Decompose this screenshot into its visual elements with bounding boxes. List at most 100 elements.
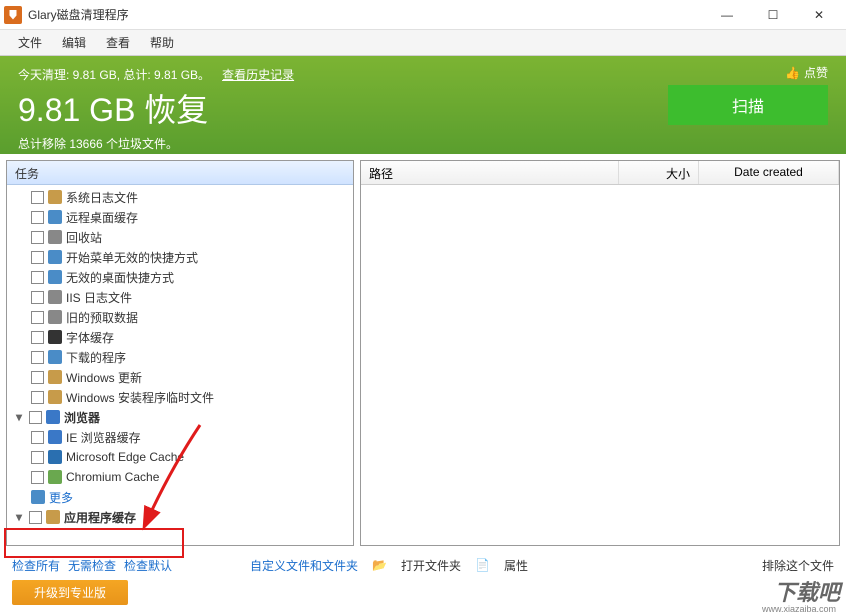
tree-label: 系统日志文件 [66,189,138,206]
tree-label: 远程桌面缓存 [66,209,138,226]
collapse-icon: ▾ [13,510,25,524]
footer: 升级到专业版 [0,578,846,606]
menu-view[interactable]: 查看 [96,31,140,54]
tree-item[interactable]: IIS 日志文件 [7,287,353,307]
col-date[interactable]: Date created [699,161,839,184]
menu-file[interactable]: 文件 [8,31,52,54]
checkbox[interactable] [31,451,44,464]
checkbox[interactable] [31,351,44,364]
like-label: 点赞 [804,64,828,81]
exclude-file-link[interactable]: 排除这个文件 [762,557,834,574]
tree-item[interactable]: IE 浏览器缓存 [7,427,353,447]
properties-icon: 📄 [475,558,490,572]
mid-links: 自定义文件和文件夹 📂 打开文件夹 📄 属性 [250,557,528,574]
tree-item[interactable]: 远程桌面缓存 [7,207,353,227]
col-path[interactable]: 路径 [361,161,619,184]
tree-label: Chromium Cache [66,470,159,484]
tree-label: Windows 更新 [66,369,142,386]
today-cleaned-label: 今天清理: 9.81 GB, 总计: 9.81 GB。 [18,66,210,83]
close-button[interactable]: ✕ [796,0,842,30]
tree-label: 旧的预取数据 [66,309,138,326]
item-icon [48,390,62,404]
tree-item[interactable]: 更多 [7,487,353,507]
tree-label: 回收站 [66,229,102,246]
item-icon [48,250,62,264]
item-icon [48,290,62,304]
collapse-icon: ▾ [13,410,25,424]
bottom-bar: 检查所有 无需检查 检查默认 自定义文件和文件夹 📂 打开文件夹 📄 属性 排除… [0,552,846,578]
tree-item[interactable]: 系统日志文件 [7,187,353,207]
tree-label: 开始菜单无效的快捷方式 [66,249,198,266]
check-none-link[interactable]: 无需检查 [68,557,116,574]
minimize-button[interactable]: — [704,0,750,30]
item-icon [48,370,62,384]
group-icon [46,510,60,524]
properties-link[interactable]: 属性 [504,557,528,574]
group-icon [46,410,60,424]
removed-count: 总计移除 13666 个垃圾文件。 [18,135,828,152]
checkbox[interactable] [31,331,44,344]
tree-item[interactable]: Microsoft Edge Cache [7,447,353,467]
tree-item[interactable]: 下载的程序 [7,347,353,367]
tree-item[interactable]: Chromium Cache [7,467,353,487]
menu-edit[interactable]: 编辑 [52,31,96,54]
folder-open-icon: 📂 [372,558,387,572]
item-icon [48,310,62,324]
menubar: 文件 编辑 查看 帮助 [0,30,846,56]
like-button[interactable]: 👍 点赞 [785,64,828,81]
col-size[interactable]: 大小 [619,161,699,184]
plus-icon [31,490,45,504]
scan-button[interactable]: 扫描 [668,85,828,125]
upgrade-button[interactable]: 升级到专业版 [12,580,128,605]
check-default-link[interactable]: 检查默认 [124,557,172,574]
maximize-button[interactable]: ☐ [750,0,796,30]
checkbox[interactable] [31,311,44,324]
tasks-header: 任务 [7,161,353,185]
app-icon [4,6,22,24]
checkbox[interactable] [31,231,44,244]
tree-label: Windows 安装程序临时文件 [66,389,214,406]
check-all-link[interactable]: 检查所有 [12,557,60,574]
tree-item[interactable]: 字体缓存 [7,327,353,347]
tree-item[interactable]: Windows 更新 [7,367,353,387]
checkbox[interactable] [31,391,44,404]
tree-group[interactable]: ▾浏览器 [7,407,353,427]
thumbs-up-icon: 👍 [785,66,800,80]
checkbox[interactable] [31,191,44,204]
tree-item[interactable]: Windows 安装程序临时文件 [7,387,353,407]
checkbox[interactable] [31,471,44,484]
checkbox[interactable] [31,291,44,304]
tree-label: 下载的程序 [66,349,126,366]
files-list-body [361,185,839,545]
checkbox[interactable] [31,211,44,224]
checkbox[interactable] [29,411,42,424]
open-folder-link[interactable]: 打开文件夹 [401,557,461,574]
item-icon [48,470,62,484]
files-panel: 路径 大小 Date created [360,160,840,546]
window-title: Glary磁盘清理程序 [28,6,704,23]
history-link[interactable]: 查看历史记录 [222,66,294,83]
checkbox[interactable] [31,371,44,384]
checkbox[interactable] [29,511,42,524]
item-icon [48,210,62,224]
checkbox[interactable] [31,271,44,284]
tree-item[interactable]: 开始菜单无效的快捷方式 [7,247,353,267]
tasks-tree[interactable]: 系统日志文件远程桌面缓存回收站开始菜单无效的快捷方式无效的桌面快捷方式IIS 日… [7,185,353,545]
item-icon [48,230,62,244]
item-icon [48,270,62,284]
more-link[interactable]: 更多 [49,489,73,506]
tree-item[interactable]: 无效的桌面快捷方式 [7,267,353,287]
tree-item[interactable]: 回收站 [7,227,353,247]
checkbox[interactable] [31,251,44,264]
window-controls: — ☐ ✕ [704,0,842,30]
custom-files-link[interactable]: 自定义文件和文件夹 [250,557,358,574]
tree-item[interactable]: 旧的预取数据 [7,307,353,327]
item-icon [48,350,62,364]
menu-help[interactable]: 帮助 [140,31,184,54]
tree-group[interactable]: ▾应用程序缓存 [7,507,353,527]
content-area: 任务 系统日志文件远程桌面缓存回收站开始菜单无效的快捷方式无效的桌面快捷方式II… [0,154,846,552]
tasks-panel: 任务 系统日志文件远程桌面缓存回收站开始菜单无效的快捷方式无效的桌面快捷方式II… [6,160,354,546]
checkbox[interactable] [31,431,44,444]
tree-label: 字体缓存 [66,329,114,346]
item-icon [48,430,62,444]
